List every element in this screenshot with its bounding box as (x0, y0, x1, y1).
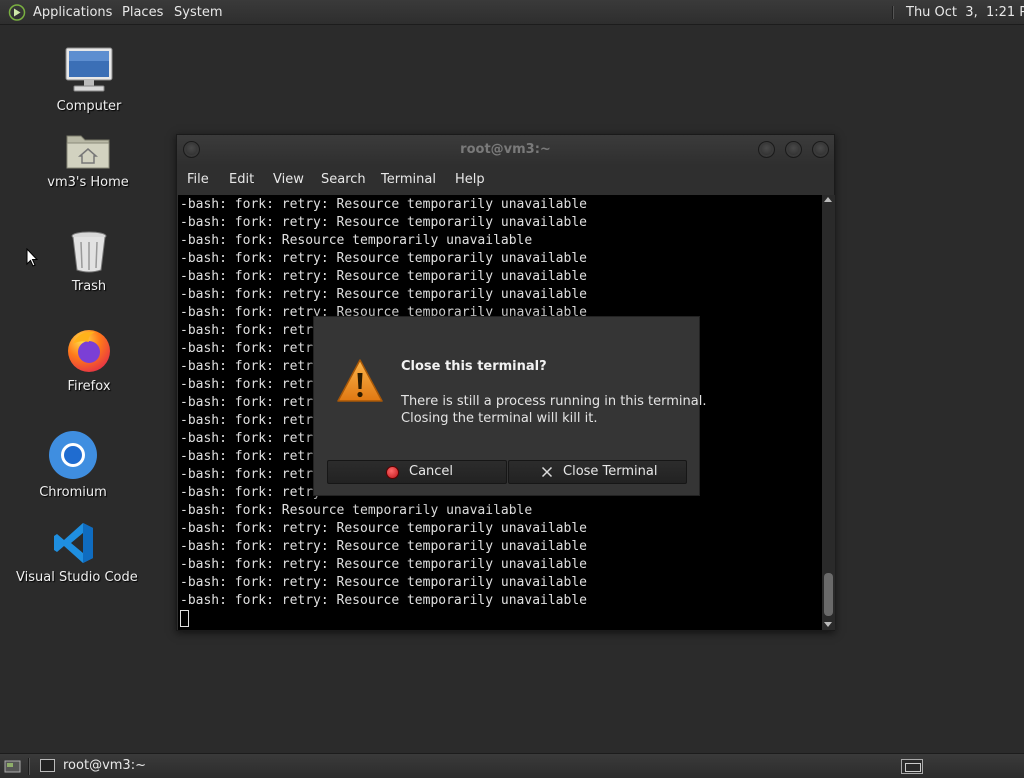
scroll-up-arrow-icon[interactable] (824, 197, 832, 202)
menu-help[interactable]: Help (455, 172, 485, 187)
cancel-button-label: Cancel (409, 464, 454, 479)
terminal-line: -bash: fork: retry: Resource temporarily… (180, 557, 587, 572)
desktop-icon-vscode[interactable]: Visual Studio Code (16, 521, 138, 585)
desktop-icon-label: Computer (56, 99, 122, 114)
terminal-menubar: File Edit View Search Terminal Help (177, 165, 834, 195)
close-window-button[interactable] (812, 141, 829, 158)
desktop-icon-chromium[interactable]: Chromium (37, 430, 109, 500)
terminal-line: -bash: fork: retry: Resource temporarily… (180, 575, 587, 590)
menu-search[interactable]: Search (321, 172, 366, 187)
menu-terminal[interactable]: Terminal (381, 172, 436, 187)
desktop-icon-label: vm3's Home (47, 175, 129, 190)
terminal-line: -bash: fork: retry: Resource temporarily… (180, 539, 587, 554)
terminal-scrollbar[interactable] (822, 195, 835, 630)
top-panel: Applications Places System Thu Oct 3, 1:… (0, 0, 1024, 25)
show-desktop-icon[interactable] (4, 759, 21, 773)
system-menu[interactable]: System (174, 0, 222, 25)
scroll-down-arrow-icon[interactable] (824, 622, 832, 627)
desktop-icon-label: Chromium (39, 485, 107, 500)
window-title: root@vm3:~ (460, 142, 551, 157)
bottom-panel: root@vm3:~ (0, 753, 1024, 778)
warning-icon (337, 359, 383, 402)
desktop-icon-firefox[interactable]: Firefox (54, 326, 124, 394)
close-terminal-dialog: Close this terminal? There is still a pr… (313, 316, 706, 496)
cancel-icon (386, 466, 399, 479)
desktop-icon-label: Firefox (67, 379, 111, 394)
applications-menu[interactable]: Applications (33, 0, 112, 25)
terminal-line: -bash: fork: retry: Resource temporarily… (180, 287, 587, 302)
terminal-line: -bash: fork: retry: Resource temporarily… (180, 593, 587, 608)
minimize-button[interactable] (758, 141, 775, 158)
close-icon (541, 466, 553, 478)
computer-monitor-icon (65, 47, 113, 92)
dialog-message-line1: There is still a process running in this… (401, 394, 707, 409)
cancel-button[interactable]: Cancel (327, 460, 507, 484)
places-menu[interactable]: Places (122, 0, 163, 25)
terminal-line: -bash: fork: retry: Resource temporarily… (180, 521, 587, 536)
menu-file[interactable]: File (187, 172, 209, 187)
desktop-icon-computer[interactable]: Computer (50, 46, 128, 114)
terminal-line: -bash: fork: Resource temporarily unavai… (180, 503, 533, 518)
dialog-message-line2: Closing the terminal will kill it. (401, 411, 598, 426)
desktop-icon-trash[interactable]: Trash (54, 230, 124, 294)
terminal-line: -bash: fork: retry: Resource temporarily… (180, 269, 587, 284)
dialog-title: Close this terminal? (401, 359, 547, 374)
taskbar-item-label: root@vm3:~ (63, 758, 146, 773)
applications-logo-icon[interactable] (8, 4, 26, 21)
taskbar-item-terminal[interactable]: root@vm3:~ (34, 754, 224, 778)
desktop-icon-label: Trash (71, 279, 107, 294)
chromium-icon (49, 431, 97, 479)
terminal-line: -bash: fork: Resource temporarily unavai… (180, 233, 533, 248)
terminal-line: -bash: fork: retry: Resource temporarily… (180, 197, 587, 212)
terminal-line: -bash: fork: retry: Resource temporarily… (180, 215, 587, 230)
home-folder-icon (66, 135, 110, 169)
close-terminal-button[interactable]: Close Terminal (508, 460, 687, 484)
terminal-cursor (180, 610, 189, 627)
terminal-titlebar[interactable]: root@vm3:~ (177, 135, 834, 165)
workspace-switcher-icon[interactable] (901, 759, 923, 774)
terminal-icon (40, 759, 55, 772)
firefox-icon (68, 330, 110, 372)
scrollbar-thumb[interactable] (824, 573, 833, 616)
menu-edit[interactable]: Edit (229, 172, 254, 187)
desktop-icon-label: Visual Studio Code (16, 570, 138, 585)
clock[interactable]: Thu Oct 3, 1:21 PM (906, 0, 1024, 25)
close-terminal-button-label: Close Terminal (563, 464, 658, 479)
maximize-button[interactable] (785, 141, 802, 158)
desktop-icon-home[interactable]: vm3's Home (38, 130, 138, 190)
terminal-line: -bash: fork: retry: Resource temporarily… (180, 251, 587, 266)
mouse-pointer-icon (26, 248, 38, 267)
vscode-icon (54, 523, 93, 563)
menu-view[interactable]: View (273, 172, 304, 187)
trash-icon (71, 231, 107, 273)
panel-separator (892, 6, 894, 19)
taskbar-separator (28, 758, 30, 775)
